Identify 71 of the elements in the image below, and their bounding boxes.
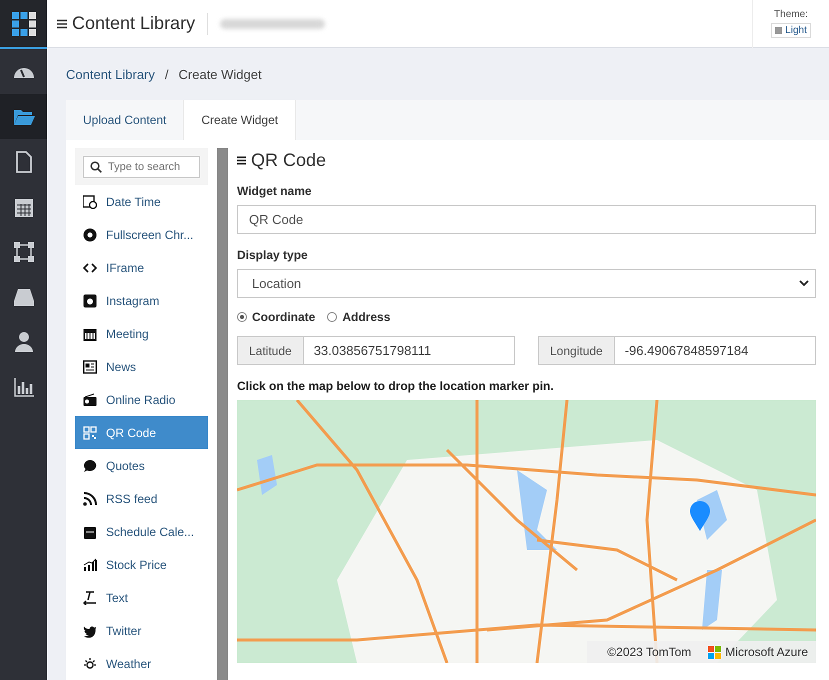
current-page-label: Create Widget — [178, 66, 262, 82]
widget-list-item[interactable]: IFrame — [75, 251, 208, 284]
qr-code-icon — [83, 426, 97, 440]
radio-option[interactable]: Coordinate — [237, 310, 316, 324]
rss-icon — [83, 492, 97, 506]
map-hint: Click on the map below to drop the location marker pin. — [237, 379, 555, 393]
text-icon — [83, 590, 97, 604]
stock-chart-icon — [84, 558, 97, 570]
input-addon-label: Longitude — [538, 336, 615, 365]
widget-list-item[interactable]: Schedule Cale... — [75, 515, 208, 548]
widget-list-item[interactable]: Date Time — [75, 185, 208, 218]
widget-list-item[interactable]: Meeting — [75, 317, 208, 350]
menu-icon — [237, 156, 246, 164]
calendar-icon — [14, 198, 32, 216]
calendar-clock-icon — [83, 194, 97, 208]
page-title: Content Library — [72, 13, 196, 34]
breadcrumb-link[interactable]: Content Library — [66, 66, 155, 82]
radio-option[interactable]: Address — [327, 310, 390, 324]
widget-list-item[interactable]: Text — [75, 581, 208, 614]
file-icon — [16, 150, 32, 172]
widget-title: QR Code — [251, 150, 326, 170]
input-addon-label: Latitude — [237, 336, 304, 365]
widget-list-item[interactable]: Online Radio — [75, 383, 208, 416]
breadcrumb-separator: / — [164, 66, 169, 82]
widget-list-item[interactable]: Instagram — [75, 284, 208, 317]
longitude-field[interactable]: -96.49067848597184 — [614, 336, 816, 365]
widget-name-field[interactable]: QR Code — [237, 205, 816, 234]
speech-bubble-icon — [84, 460, 96, 472]
newspaper-icon — [83, 360, 97, 374]
widget-list-item[interactable]: Stock Price — [75, 548, 208, 581]
drive-icon — [14, 288, 34, 306]
app-logo-icon[interactable] — [12, 12, 36, 36]
four-squares-logo-icon — [708, 646, 722, 658]
field-label: Display type — [237, 248, 309, 262]
widget-list-item[interactable]: RSS feed — [75, 482, 208, 515]
search-icon — [90, 161, 102, 173]
browser-icon — [84, 228, 96, 241]
user-icon — [14, 332, 32, 352]
sun-icon — [83, 656, 97, 668]
widget-list-item[interactable]: News — [75, 350, 208, 383]
bird-icon — [84, 626, 96, 638]
folder-icon — [14, 110, 34, 124]
menu-icon[interactable] — [57, 18, 67, 28]
nav-item[interactable] — [0, 94, 47, 139]
camera-icon — [84, 294, 96, 307]
widget-list-item[interactable]: Twitter — [75, 614, 208, 647]
widget-list-item[interactable]: QR Code — [75, 416, 208, 449]
radio-button[interactable] — [237, 312, 247, 322]
map-provider: Microsoft Azure — [725, 645, 808, 659]
radio-icon — [84, 393, 96, 406]
scrollbar[interactable] — [217, 148, 228, 680]
map-pin-icon[interactable] — [690, 501, 710, 531]
calendar-icon — [84, 328, 96, 340]
network-icon — [14, 242, 34, 262]
gauge-icon — [14, 68, 34, 78]
chevron-down-icon — [799, 280, 809, 287]
latitude-field[interactable]: 33.03856751798111 — [304, 336, 515, 365]
widget-list-item[interactable]: Fullscreen Chr... — [75, 218, 208, 251]
search-field[interactable]: Type to search — [83, 156, 200, 178]
theme-button[interactable]: Light — [771, 23, 811, 38]
display-type-select[interactable]: Location — [237, 269, 816, 298]
map-attribution: ©2023 TomTom — [607, 645, 692, 659]
widget-list-item[interactable]: Weather — [75, 647, 208, 680]
field-label: Widget name — [237, 184, 313, 198]
widget-list-item[interactable]: Quotes — [75, 449, 208, 482]
code-icon — [83, 262, 97, 272]
calendar-icon — [84, 526, 96, 538]
theme-label: Theme: — [774, 9, 808, 20]
radio-button[interactable] — [327, 312, 338, 322]
bar-chart-icon — [14, 378, 34, 396]
tab[interactable]: Create Widget — [184, 100, 296, 140]
